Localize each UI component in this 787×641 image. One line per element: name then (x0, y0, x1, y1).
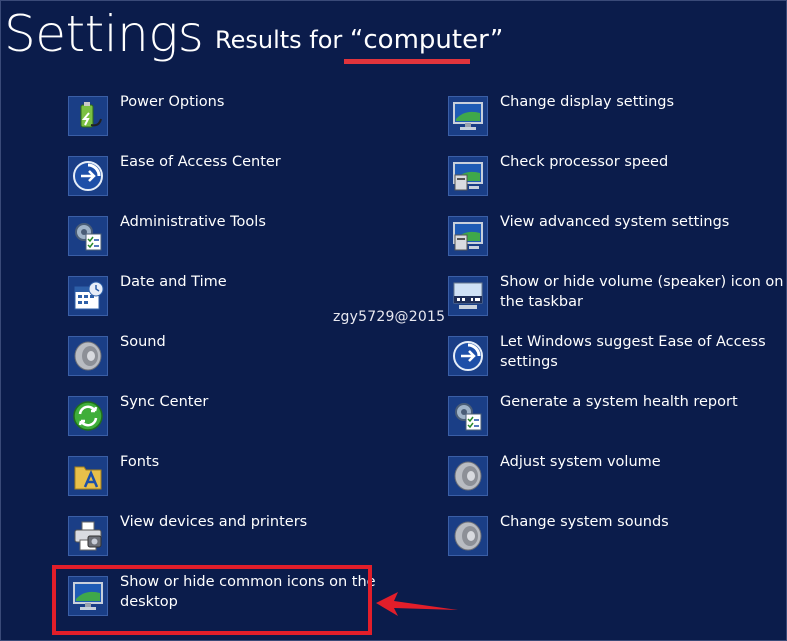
ease-of-access-icon (448, 336, 488, 376)
admin-tools-icon (68, 216, 108, 256)
result-label: Date and Time (120, 274, 227, 290)
result-label: Generate a system health report (500, 394, 738, 410)
result-check-processor-speed[interactable]: Check processor speed (448, 154, 787, 206)
speaker-icon (448, 516, 488, 556)
search-query: “computer” (349, 25, 504, 55)
result-label: Sync Center (120, 394, 209, 410)
result-suggest-ease-of-access[interactable]: Let Windows suggest Ease of Access setti… (448, 334, 787, 386)
result-label: View devices and printers (120, 514, 308, 530)
watermark: zgy5729@2015 (333, 309, 446, 325)
result-system-health-report[interactable]: Generate a system health report (448, 394, 787, 446)
system-monitor-icon (448, 156, 488, 196)
highlight-box-annotation (52, 565, 372, 635)
result-label: Change system sounds (500, 514, 669, 530)
ease-of-access-icon (68, 156, 108, 196)
result-label: Check processor speed (500, 154, 669, 170)
result-label: Power Options (120, 94, 225, 110)
result-sync-center[interactable]: Sync Center (68, 394, 408, 446)
date-time-icon (68, 276, 108, 316)
result-label: Change display settings (500, 94, 675, 110)
result-ease-of-access-center[interactable]: Ease of Access Center (68, 154, 408, 206)
system-monitor-icon (448, 216, 488, 256)
speaker-icon (68, 336, 108, 376)
devices-printers-icon (68, 516, 108, 556)
arrow-annotation-icon (376, 592, 458, 616)
result-label: Show or hide volume (speaker) icon on th… (500, 274, 784, 310)
result-label: Let Windows suggest Ease of Access setti… (500, 334, 766, 370)
admin-tools-icon (448, 396, 488, 436)
result-view-advanced-system-settings[interactable]: View advanced system settings (448, 214, 787, 266)
monitor-icon (448, 96, 488, 136)
result-sound[interactable]: Sound (68, 334, 408, 386)
result-fonts[interactable]: Fonts (68, 454, 408, 506)
power-options-icon (68, 96, 108, 136)
result-change-system-sounds[interactable]: Change system sounds (448, 514, 787, 566)
result-adjust-system-volume[interactable]: Adjust system volume (448, 454, 787, 506)
results-prefix: Results for (215, 26, 350, 54)
results-heading: Results for “computer” (215, 24, 503, 56)
fonts-folder-icon (68, 456, 108, 496)
result-label: Fonts (120, 454, 160, 470)
result-power-options[interactable]: Power Options (68, 94, 408, 146)
result-change-display-settings[interactable]: Change display settings (448, 94, 787, 146)
speaker-icon (448, 456, 488, 496)
sync-center-icon (68, 396, 108, 436)
taskbar-icon (448, 276, 488, 316)
result-label: Administrative Tools (120, 214, 266, 230)
result-show-hide-volume-icon[interactable]: Show or hide volume (speaker) icon on th… (448, 274, 787, 326)
result-label: Adjust system volume (500, 454, 661, 470)
page-title: Settings (4, 5, 204, 63)
result-label: Sound (120, 334, 166, 350)
result-label: Ease of Access Center (120, 154, 281, 170)
result-label: View advanced system settings (500, 214, 730, 230)
result-administrative-tools[interactable]: Administrative Tools (68, 214, 408, 266)
result-view-devices-and-printers[interactable]: View devices and printers (68, 514, 408, 566)
query-underline-annotation (344, 59, 470, 64)
